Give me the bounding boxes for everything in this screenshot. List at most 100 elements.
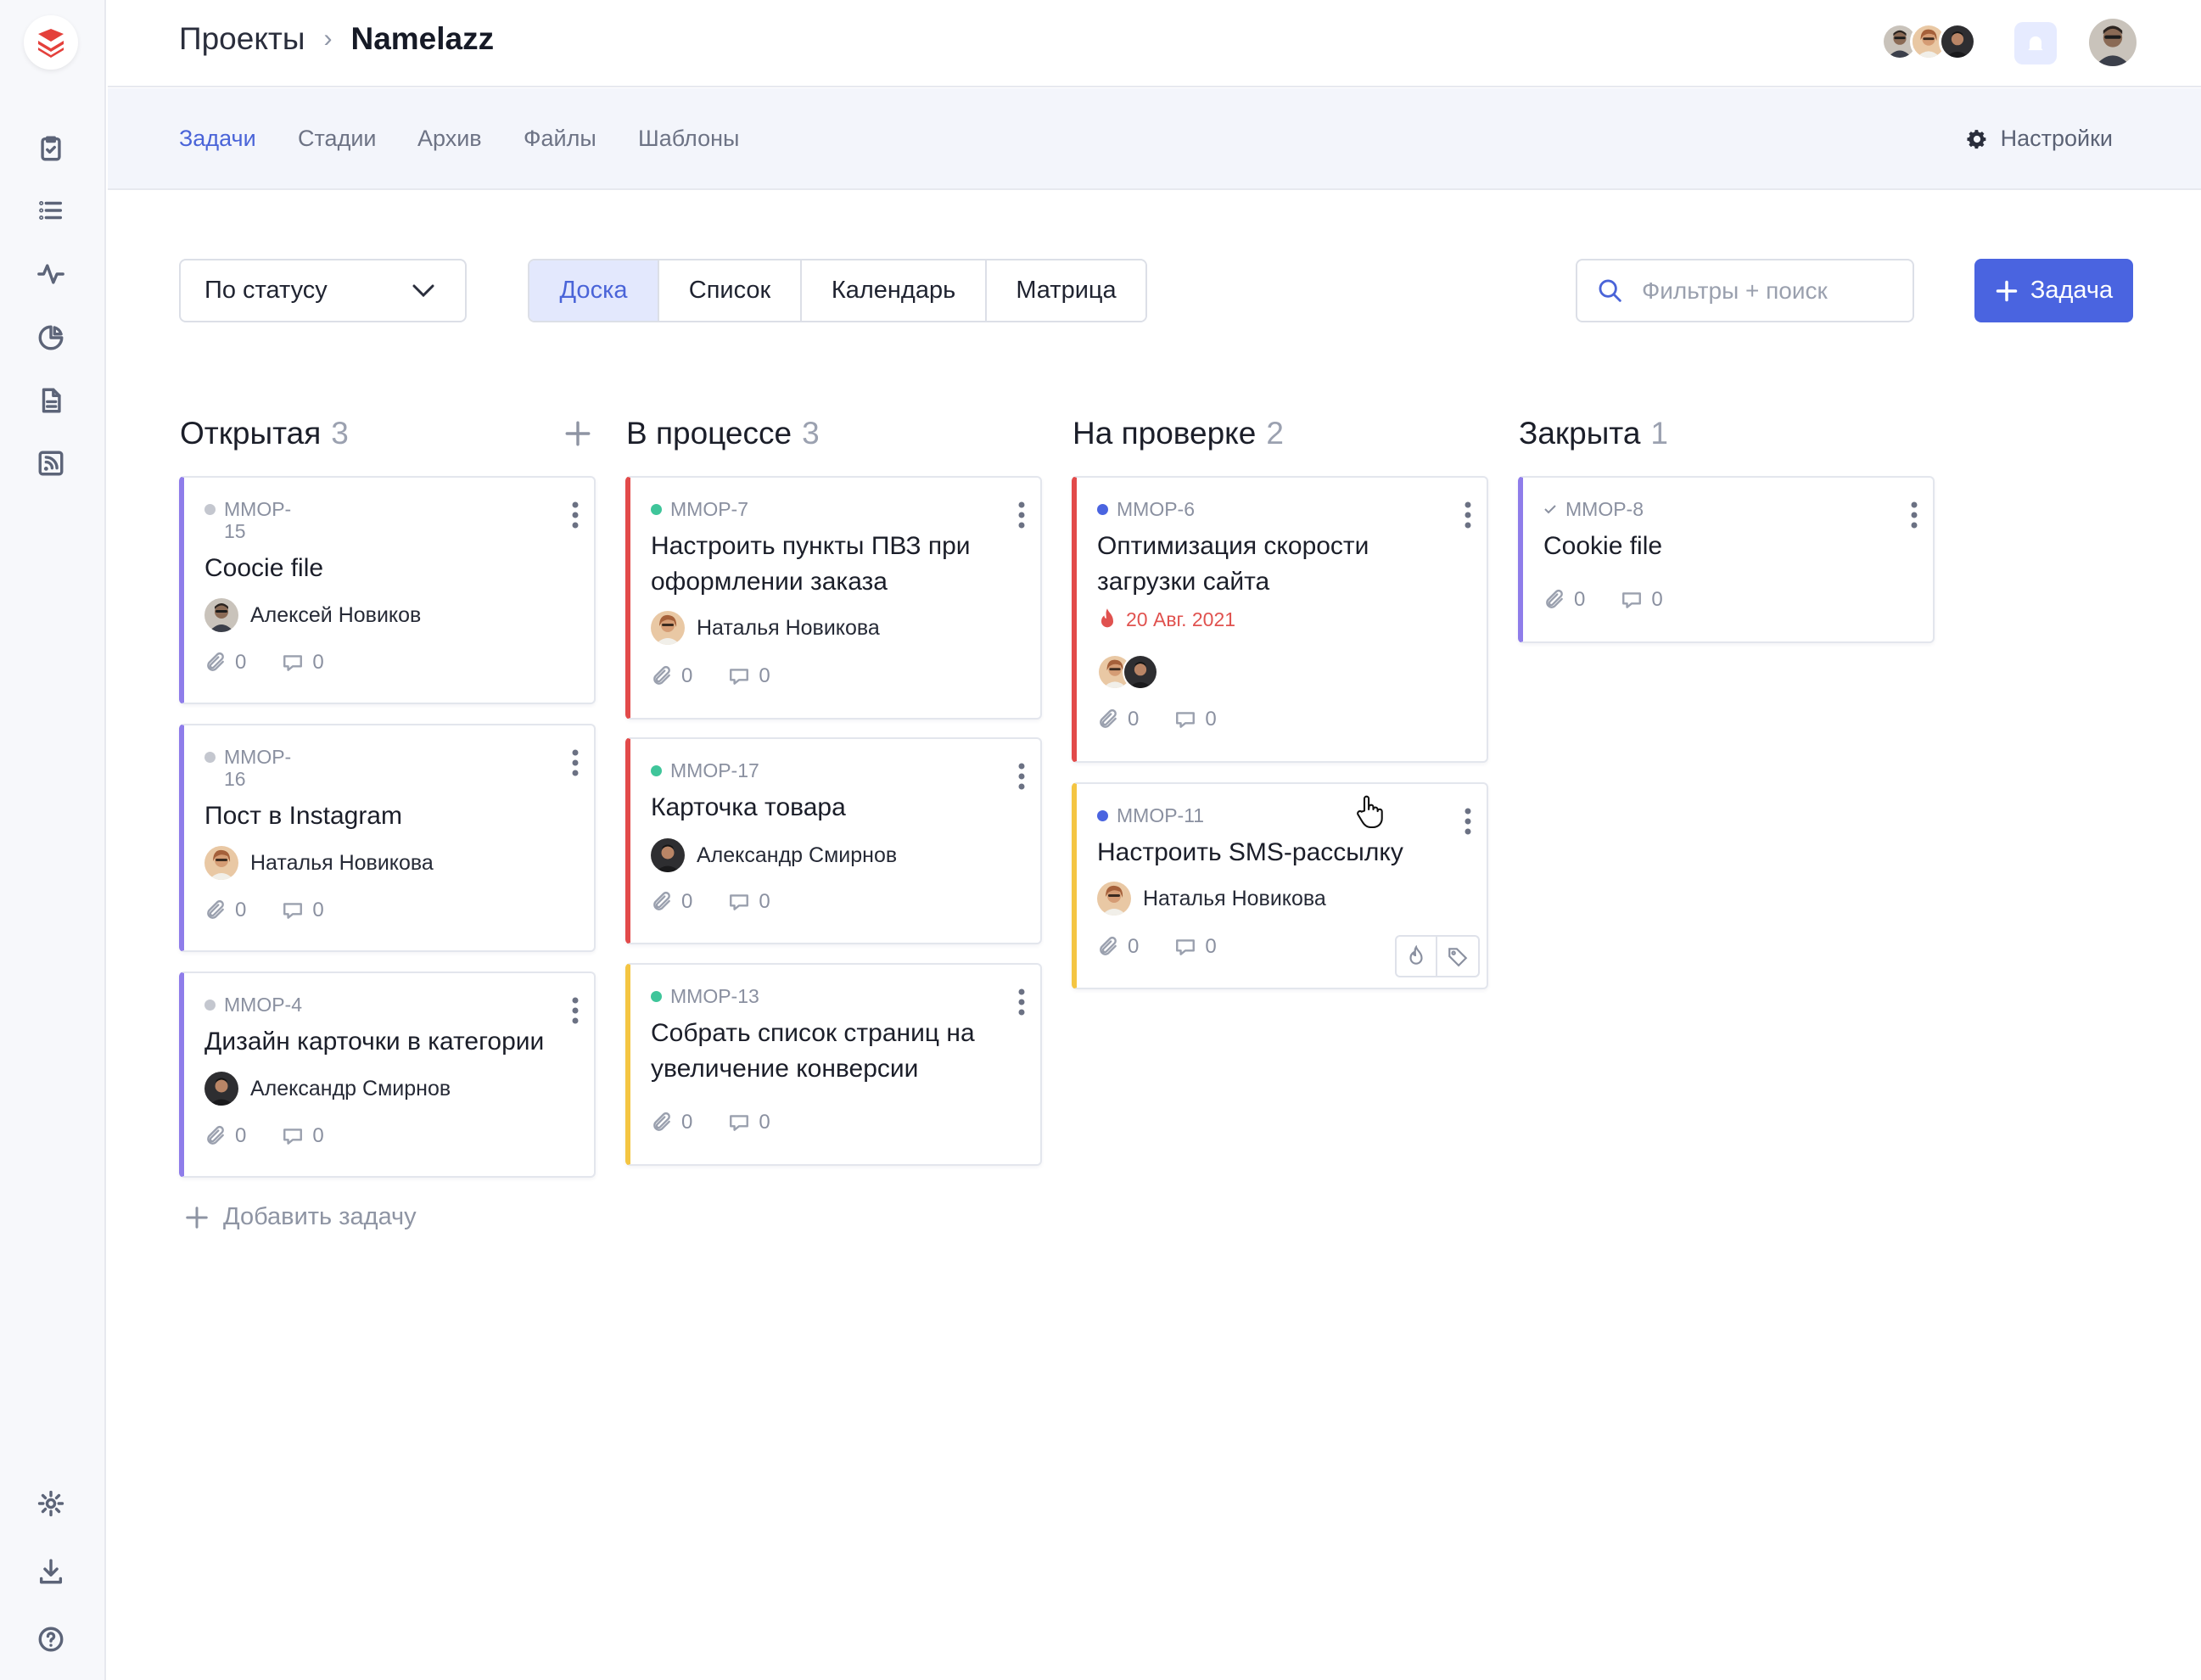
task-card[interactable]: MMOP-4 Дизайн карточки в категории Алекс… bbox=[179, 972, 596, 1178]
task-id: MMOP- 16 bbox=[204, 746, 291, 790]
task-card[interactable]: MMOP-6 Оптимизация скорости загрузки сай… bbox=[1072, 476, 1488, 763]
document-nav-icon[interactable] bbox=[32, 382, 70, 419]
more-menu-icon[interactable] bbox=[1465, 808, 1471, 835]
task-title: Cookie file bbox=[1543, 532, 1663, 560]
activity-nav-icon[interactable] bbox=[32, 255, 70, 293]
task-title: Оптимизация скорости загрузки сайта bbox=[1097, 532, 1369, 596]
tab-archive[interactable]: Архив bbox=[417, 126, 482, 152]
more-menu-icon[interactable] bbox=[1018, 763, 1025, 790]
status-dot bbox=[651, 765, 662, 776]
view-calendar-button[interactable]: Календарь bbox=[802, 260, 987, 321]
download-icon[interactable] bbox=[32, 1553, 70, 1590]
tab-tasks[interactable]: Задачи bbox=[179, 126, 256, 152]
assignee-name: Александр Смирнов bbox=[697, 843, 898, 867]
task-id-text: MMOP-17 bbox=[670, 759, 759, 781]
comment-icon bbox=[1622, 592, 1642, 608]
comments-count: 0 bbox=[312, 651, 324, 674]
view-matrix-button[interactable]: Матрица bbox=[987, 260, 1145, 321]
comments-count: 0 bbox=[759, 1111, 770, 1134]
app-logo[interactable] bbox=[24, 15, 78, 70]
status-dot bbox=[204, 752, 216, 763]
tag-icon[interactable] bbox=[1437, 937, 1478, 976]
task-assignee: Наталья Новикова bbox=[204, 846, 434, 880]
comment-icon bbox=[1176, 939, 1196, 955]
avatar bbox=[1939, 23, 1976, 60]
attachments-count: 0 bbox=[681, 664, 693, 687]
task-card[interactable]: MMOP- 15 Coocie file Алексей Новиков 0 0 bbox=[179, 476, 596, 704]
list-nav-icon[interactable] bbox=[32, 192, 70, 229]
priority-fire-icon[interactable] bbox=[1397, 937, 1437, 976]
add-task-link[interactable]: Добавить задачу bbox=[184, 1203, 417, 1231]
task-card[interactable]: MMOP-11 Настроить SMS-рассылку Наталья Н… bbox=[1072, 782, 1488, 989]
more-menu-icon[interactable] bbox=[1018, 988, 1025, 1016]
column-title: Закрыта bbox=[1519, 416, 1641, 451]
assignee-name: Наталья Новикова bbox=[1143, 886, 1326, 910]
more-menu-icon[interactable] bbox=[572, 997, 579, 1024]
more-menu-icon[interactable] bbox=[1018, 501, 1025, 529]
reports-pie-nav-icon[interactable] bbox=[32, 319, 70, 356]
tab-stages[interactable]: Стадии bbox=[298, 126, 377, 152]
comment-icon bbox=[283, 655, 303, 671]
more-menu-icon[interactable] bbox=[1465, 501, 1471, 529]
breadcrumb-projects-link[interactable]: Проекты bbox=[179, 21, 305, 57]
task-meta: 0 0 bbox=[1097, 935, 1217, 959]
paperclip-icon bbox=[207, 899, 224, 919]
project-settings-link[interactable]: Настройки bbox=[1965, 126, 2113, 152]
user-avatar[interactable] bbox=[2089, 19, 2137, 66]
task-card[interactable]: MMOP-13 Собрать список страниц на увелич… bbox=[625, 963, 1042, 1166]
more-menu-icon[interactable] bbox=[572, 749, 579, 776]
task-meta: 0 0 bbox=[1543, 588, 1663, 612]
paperclip-icon bbox=[653, 891, 670, 910]
team-avatars[interactable] bbox=[1881, 23, 1976, 60]
plus-icon bbox=[1996, 280, 2018, 301]
search-placeholder: Фильтры + поиск bbox=[1642, 277, 1828, 304]
hand-cursor-icon bbox=[1357, 795, 1383, 829]
avatar bbox=[204, 1072, 238, 1106]
column-count: 3 bbox=[802, 416, 820, 451]
task-id: MMOP-17 bbox=[651, 759, 759, 781]
view-switcher: Доска Список Календарь Матрица bbox=[528, 259, 1147, 322]
task-card[interactable]: MMOP-17 Карточка товара Александр Смирно… bbox=[625, 737, 1042, 944]
task-id-text: MMOP-11 bbox=[1117, 804, 1205, 826]
search-input[interactable]: Фильтры + поиск bbox=[1576, 259, 1914, 322]
task-title: Пост в Instagram bbox=[204, 802, 402, 830]
task-id: MMOP-6 bbox=[1097, 498, 1195, 520]
breadcrumb: Проекты › Namelazz bbox=[179, 21, 494, 57]
task-id-text: MMOP-8 bbox=[1565, 498, 1644, 520]
task-meta: 0 0 bbox=[651, 890, 770, 914]
task-card[interactable]: MMOP- 16 Пост в Instagram Наталья Новиков… bbox=[179, 724, 596, 952]
gear-icon bbox=[1967, 129, 1985, 148]
tab-templates[interactable]: Шаблоны bbox=[638, 126, 739, 152]
task-assignee: Наталья Новикова bbox=[1097, 882, 1326, 916]
help-icon[interactable] bbox=[32, 1621, 70, 1658]
task-card[interactable]: MMOP-8 Cookie file 0 0 bbox=[1518, 476, 1935, 643]
status-dot bbox=[1097, 504, 1108, 515]
more-menu-icon[interactable] bbox=[572, 501, 579, 529]
bell-icon bbox=[2028, 36, 2043, 51]
task-card[interactable]: MMOP-7 Настроить пункты ПВЗ при оформлен… bbox=[625, 476, 1042, 720]
add-task-button[interactable]: Задача bbox=[1974, 259, 2133, 322]
settings-label: Настройки bbox=[2000, 126, 2113, 151]
status-dot bbox=[1097, 810, 1108, 821]
tasks-nav-icon[interactable] bbox=[32, 130, 70, 167]
breadcrumb-separator: › bbox=[323, 25, 333, 53]
task-id-text: MMOP- bbox=[224, 498, 292, 520]
group-by-select[interactable]: По статусу bbox=[179, 259, 467, 322]
more-menu-icon[interactable] bbox=[1911, 501, 1918, 529]
assignees-avatars bbox=[1097, 654, 1158, 690]
feed-nav-icon[interactable] bbox=[32, 445, 70, 482]
column-count: 3 bbox=[331, 416, 349, 451]
assignee-name: Александр Смирнов bbox=[250, 1076, 451, 1100]
view-list-button[interactable]: Список bbox=[659, 260, 802, 321]
comment-icon bbox=[730, 1115, 749, 1131]
tab-files[interactable]: Файлы bbox=[524, 126, 596, 152]
task-id: MMOP- 15 bbox=[204, 498, 291, 542]
notifications-button[interactable] bbox=[2014, 22, 2057, 64]
task-id-text: 16 bbox=[224, 768, 246, 790]
task-id-text: MMOP-6 bbox=[1117, 498, 1195, 520]
sidebar bbox=[0, 0, 106, 1680]
fire-icon bbox=[1101, 608, 1113, 628]
settings-gear-icon[interactable] bbox=[32, 1485, 70, 1522]
add-card-plus-icon[interactable] bbox=[563, 419, 592, 448]
view-board-button[interactable]: Доска bbox=[529, 260, 659, 321]
